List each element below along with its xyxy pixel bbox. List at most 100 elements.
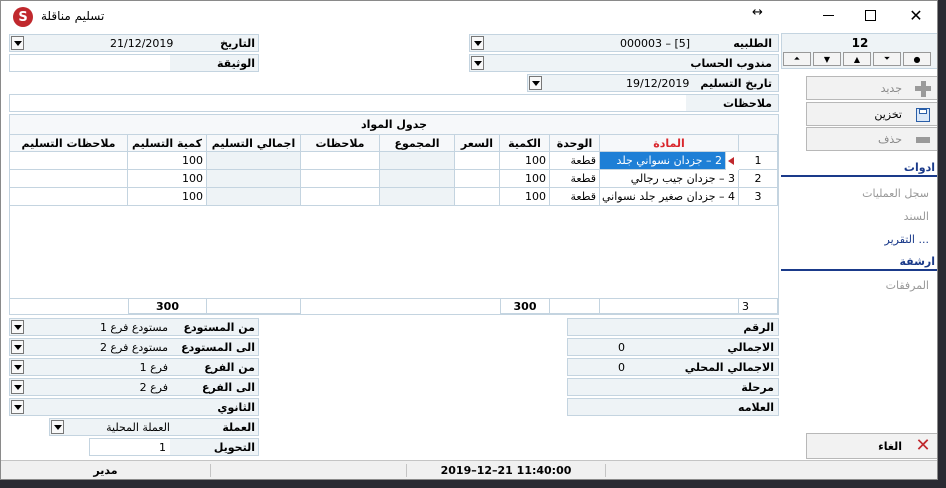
date-field[interactable]: 21/12/2019 التاريخ xyxy=(9,34,259,52)
current-row-indicator-icon xyxy=(728,157,734,165)
col-header-delivery-total[interactable]: اجمالي التسليم xyxy=(207,135,301,152)
row3-notes[interactable] xyxy=(301,188,380,206)
row3-qty[interactable]: 100 xyxy=(500,188,550,206)
to-branch-dropdown-icon[interactable] xyxy=(11,380,24,394)
col-header-material[interactable]: المادة xyxy=(600,135,739,152)
row1-qty[interactable]: 100 xyxy=(500,152,550,170)
col-header-price[interactable]: السعر xyxy=(455,135,500,152)
nav-prev-button[interactable]: ▲ xyxy=(843,52,871,66)
table-footer: 300 300 3 xyxy=(9,298,779,315)
nav-last-button[interactable]: ⏶ xyxy=(783,52,811,66)
new-button[interactable]: جديد xyxy=(806,76,937,100)
nav-first-button[interactable]: ⏷ xyxy=(873,52,901,66)
from-warehouse-field[interactable]: مستودع فرع 1 من المستودع xyxy=(9,318,259,336)
row2-material[interactable]: 3 – جزدان جيب رجالي xyxy=(600,170,739,188)
from-warehouse-dropdown-icon[interactable] xyxy=(11,320,24,334)
col-header-delivery-qty[interactable]: كمية التسليم xyxy=(128,135,207,152)
row2-delivery-notes[interactable] xyxy=(10,170,128,188)
cancel-button[interactable]: الغاء ✕ xyxy=(806,433,937,459)
stage-field[interactable]: مرحلة xyxy=(567,378,779,396)
from-branch-dropdown-icon[interactable] xyxy=(11,360,24,374)
mark-field[interactable]: العلامه xyxy=(567,398,779,416)
from-branch-label: من الفرع xyxy=(204,361,255,374)
status-bar: مدير 2019–12–21 11:40:00 xyxy=(1,460,937,479)
col-header-total[interactable]: المجموع xyxy=(380,135,455,152)
currency-dropdown-icon[interactable] xyxy=(51,420,64,434)
row3-price[interactable] xyxy=(455,188,500,206)
mark-label: العلامه xyxy=(738,401,774,414)
row2-unit[interactable]: قطعة xyxy=(550,170,600,188)
col-header-delivery-notes[interactable]: ملاحظات التسليم xyxy=(10,135,128,152)
row1-notes[interactable] xyxy=(301,152,380,170)
row1-unit[interactable]: قطعة xyxy=(550,152,600,170)
resize-arrows-icon[interactable]: ↔ xyxy=(752,5,763,20)
row3-delivery-total[interactable] xyxy=(207,188,301,206)
attachments-link[interactable]: المرفقات xyxy=(886,279,929,292)
to-branch-field[interactable]: فرع 2 الى الفرع xyxy=(9,378,259,396)
local-total-field[interactable]: 0 الاجمالي المحلي xyxy=(567,358,779,376)
currency-field[interactable]: العملة المحلية العملة xyxy=(49,418,259,436)
row1-material[interactable]: 2 – جزدان نسواني جلد xyxy=(600,152,726,170)
request-field[interactable]: 000003 – [5] الطلبيه xyxy=(469,34,779,52)
conversion-field[interactable]: 1 التحويل xyxy=(89,438,259,456)
col-header-notes[interactable]: ملاحظات xyxy=(301,135,380,152)
row1-total[interactable] xyxy=(380,152,455,170)
row2-index[interactable]: 2 xyxy=(739,170,778,188)
row1-delivery-qty[interactable]: 100 xyxy=(128,152,207,170)
row2-notes[interactable] xyxy=(301,170,380,188)
delivery-date-dropdown-icon[interactable] xyxy=(529,76,542,90)
row2-qty[interactable]: 100 xyxy=(500,170,550,188)
row2-total[interactable] xyxy=(380,170,455,188)
minimize-button[interactable] xyxy=(816,3,840,27)
from-branch-value: فرع 1 xyxy=(139,361,168,374)
maximize-button[interactable] xyxy=(858,3,882,27)
row2-delivery-qty[interactable]: 100 xyxy=(128,170,207,188)
total-field[interactable]: 0 الاجمالي xyxy=(567,338,779,356)
row3-delivery-notes[interactable] xyxy=(10,188,128,206)
bond-link[interactable]: السند xyxy=(904,210,929,223)
total-label: الاجمالي xyxy=(727,341,774,354)
nav-next-button[interactable]: ▼ xyxy=(813,52,841,66)
row1-delivery-total[interactable] xyxy=(207,152,301,170)
cancel-x-icon: ✕ xyxy=(915,435,931,456)
from-branch-field[interactable]: فرع 1 من الفرع xyxy=(9,358,259,376)
request-label: الطلبيه xyxy=(733,37,772,50)
transfer-delivery-window: S تسليم مناقلة ↔ ✕ 12 ⏶ ▼ ▲ ⏷ ● 21/12/20… xyxy=(0,0,938,480)
account-rep-dropdown-icon[interactable] xyxy=(471,56,484,70)
request-dropdown-icon[interactable] xyxy=(471,36,484,50)
notes-field[interactable]: ملاحظات xyxy=(9,94,779,112)
nav-current-button[interactable]: ● xyxy=(903,52,931,66)
col-header-unit[interactable]: الوحدة xyxy=(550,135,600,152)
table-row[interactable] xyxy=(10,152,128,170)
report-link[interactable]: التقرير ... xyxy=(885,233,930,246)
row1-index[interactable]: 1 xyxy=(739,152,778,170)
close-button[interactable]: ✕ xyxy=(904,3,928,27)
ops-log-link[interactable]: سجل العمليات xyxy=(862,187,929,200)
archive-title: ارشفة xyxy=(899,255,935,268)
secondary-field[interactable]: الثانوي xyxy=(9,398,259,416)
conversion-value: 1 xyxy=(159,441,166,454)
document-field[interactable]: الوثيقة xyxy=(9,54,259,72)
col-header-qty[interactable]: الكمية xyxy=(500,135,550,152)
delivery-date-field[interactable]: 19/12/2019 تاريخ التسليم xyxy=(527,74,779,92)
row2-delivery-total[interactable] xyxy=(207,170,301,188)
row3-total[interactable] xyxy=(380,188,455,206)
number-field[interactable]: الرقم xyxy=(567,318,779,336)
row3-material[interactable]: 4 – جزدان صغير جلد نسواني xyxy=(600,188,739,206)
row3-unit[interactable]: قطعة xyxy=(550,188,600,206)
materials-table: جدول المواد ملاحظات التسليم كمية التسليم… xyxy=(9,114,779,314)
account-rep-field[interactable]: مندوب الحساب xyxy=(469,54,779,72)
save-button-label: تخزين xyxy=(874,107,902,121)
delete-button[interactable]: حذف xyxy=(806,127,937,151)
row2-price[interactable] xyxy=(455,170,500,188)
row3-delivery-qty[interactable]: 100 xyxy=(128,188,207,206)
nav-last-icon: ⏶ xyxy=(793,54,801,63)
secondary-dropdown-icon[interactable] xyxy=(11,400,24,414)
save-button[interactable]: تخزين xyxy=(806,102,937,126)
to-warehouse-field[interactable]: مستودع فرع 2 الى المستودع xyxy=(9,338,259,356)
app-logo-icon: S xyxy=(13,7,33,27)
row1-price[interactable] xyxy=(455,152,500,170)
date-dropdown-icon[interactable] xyxy=(11,36,24,50)
row3-index[interactable]: 3 xyxy=(739,188,778,206)
to-warehouse-dropdown-icon[interactable] xyxy=(11,340,24,354)
